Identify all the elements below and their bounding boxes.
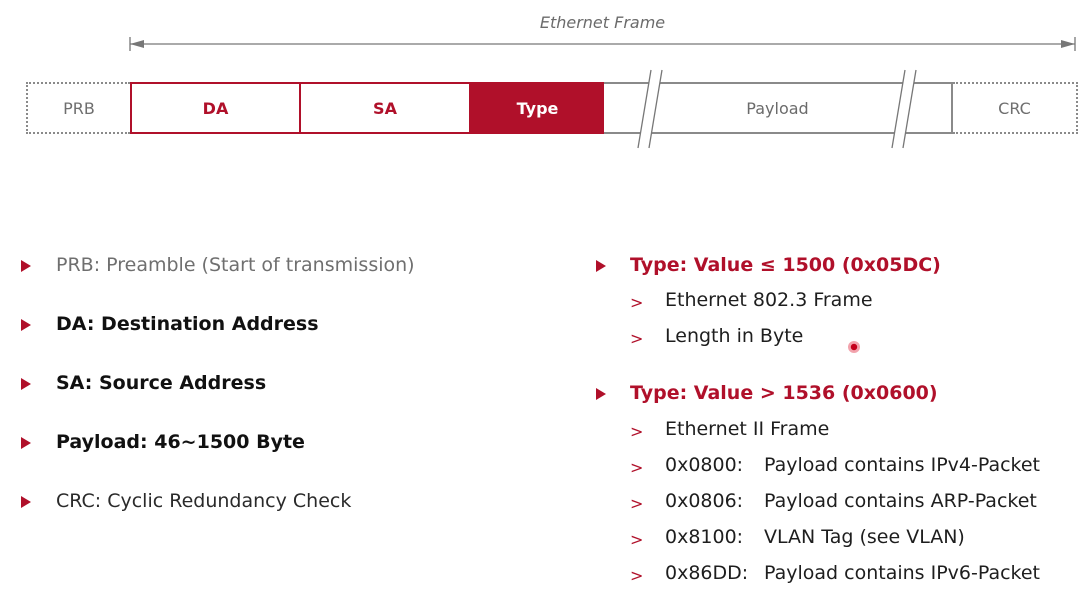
laser-pointer-dot [848,341,860,353]
double-slash-break-icon [891,69,917,149]
ethertype-desc: Payload contains ARP-Packet [764,490,1037,512]
type-values-panel: Type: Value ≤ 1500 (0x05DC) > Ethernet 8… [596,252,1081,596]
chevron-right-icon: > [630,329,644,348]
ethertype-code: 0x0806: [665,490,744,512]
field-prb: PRB [26,82,130,134]
chevron-right-icon: > [630,494,644,513]
list-item: > Ethernet II Frame [596,416,1081,452]
field-sa: SA [301,82,471,134]
type-large-heading: Type: Value > 1536 (0x0600) [596,380,1081,416]
triangle-right-icon [21,378,31,390]
field-da: DA [130,82,301,134]
ethertype-code: 0x0800: [665,454,744,476]
ethertype-row: > 0x86DD: Payload contains IPv6-Packet [596,560,1081,596]
chevron-right-icon: > [630,458,644,477]
ethertype-desc: Payload contains IPv6-Packet [764,562,1041,584]
ethertype-row: > 0x0806: Payload contains ARP-Packet [596,488,1081,524]
triangle-right-icon [21,319,31,331]
ethertype-row: > 0x0800: Payload contains IPv4-Packet [596,452,1081,488]
triangle-right-icon [596,388,606,400]
triangle-right-icon [21,437,31,449]
ethertype-row: > 0x8100: VLAN Tag (see VLAN) [596,524,1081,560]
list-item: PRB: Preamble (Start of transmission) [21,252,415,311]
ethertype-desc: Payload contains IPv4-Packet [764,454,1041,476]
ethertype-code: 0x8100: [665,526,744,548]
frame-title: Ethernet Frame [539,13,666,32]
triangle-right-icon [21,260,31,272]
double-slash-break-icon [637,69,663,149]
triangle-right-icon [596,260,606,272]
chevron-right-icon: > [630,566,644,585]
list-item: > Ethernet 802.3 Frame [596,287,1081,323]
list-item: CRC: Cyclic Redundancy Check [21,488,415,547]
ethertype-code: 0x86DD: [665,562,749,584]
field-crc: CRC [953,82,1078,134]
list-item: DA: Destination Address [21,311,415,370]
triangle-right-icon [21,496,31,508]
field-legend-list: PRB: Preamble (Start of transmission) DA… [21,252,415,547]
list-item: Payload: 46~1500 Byte [21,429,415,488]
frame-span-arrow-icon [129,37,1076,51]
chevron-right-icon: > [630,530,644,549]
ethertype-desc: VLAN Tag (see VLAN) [764,526,965,548]
field-type: Type [471,82,604,134]
type-small-heading: Type: Value ≤ 1500 (0x05DC) [596,252,1081,287]
list-item: > Length in Byte [596,323,1081,359]
chevron-right-icon: > [630,293,644,312]
list-item: SA: Source Address [21,370,415,429]
chevron-right-icon: > [630,422,644,441]
